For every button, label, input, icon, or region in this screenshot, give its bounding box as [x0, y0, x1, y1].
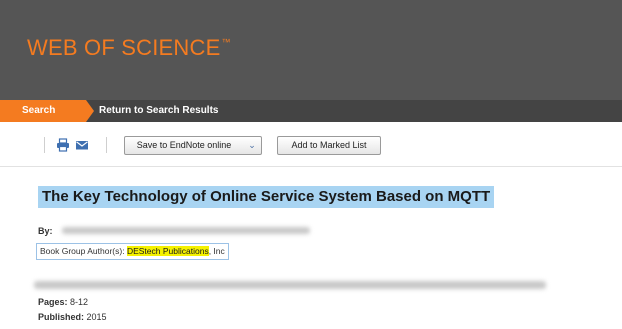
group-author-field: Book Group Author(s): DEStech Publicatio…: [36, 243, 229, 260]
toolbar-divider: [106, 137, 107, 153]
record-title: The Key Technology of Online Service Sys…: [38, 186, 495, 208]
group-author-name[interactable]: DEStech Publications: [126, 246, 209, 256]
add-to-marked-list-button[interactable]: Add to Marked List: [277, 136, 381, 155]
trademark-mark: ™: [221, 37, 231, 47]
web-of-science-logo[interactable]: WEB OF SCIENCE™: [27, 35, 231, 61]
save-options-dropdown[interactable]: ⌄: [243, 136, 262, 155]
email-icon[interactable]: [75, 138, 89, 152]
logo-text: WEB OF SCIENCE: [27, 35, 221, 60]
group-author-label: Book Group Author(s):: [40, 246, 125, 256]
tab-search[interactable]: Search: [0, 100, 94, 122]
return-to-search-results-link[interactable]: Return to Search Results: [99, 100, 218, 122]
authors-label: By:: [38, 226, 53, 236]
toolbar-divider: [44, 137, 45, 153]
group-author-suffix: , Inc: [208, 246, 225, 256]
chevron-down-icon: ⌄: [248, 140, 256, 150]
redacted-author-names: [62, 227, 310, 234]
published-value: 2015: [86, 312, 107, 322]
pages-field: Pages: 8-12: [38, 297, 88, 307]
pages-label: Pages:: [38, 297, 68, 307]
redacted-source-line: [34, 281, 546, 289]
print-icon[interactable]: [56, 138, 70, 152]
published-label: Published:: [38, 312, 85, 322]
published-field: Published: 2015: [38, 312, 107, 322]
site-header: WEB OF SCIENCE™: [0, 0, 622, 100]
nav-tab-bar: Search Return to Search Results: [0, 100, 622, 122]
save-to-endnote-button[interactable]: Save to EndNote online: [124, 136, 244, 155]
pages-value: 8-12: [70, 297, 89, 307]
